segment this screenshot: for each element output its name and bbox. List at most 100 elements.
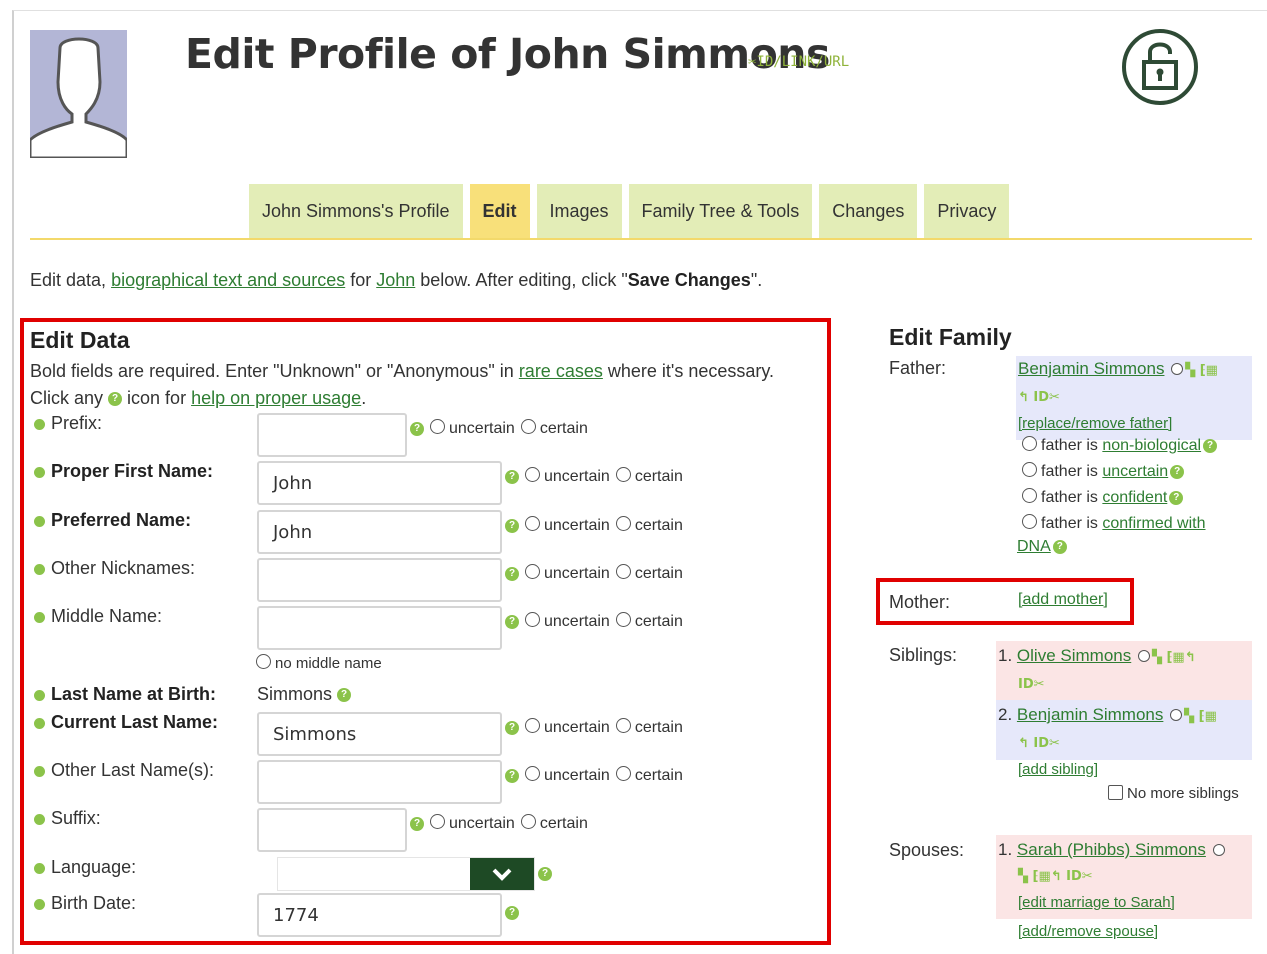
first-name-row: Proper First Name: John ? uncertain certai… (30, 461, 827, 507)
tab-changes[interactable]: Changes (819, 184, 918, 239)
current-last-name-input[interactable]: Simmons (257, 712, 502, 756)
certain-radio[interactable] (615, 612, 631, 627)
tab-images[interactable]: Images (536, 184, 622, 239)
uncertain-link[interactable]: uncertain (1102, 463, 1168, 480)
certain-radio[interactable] (615, 718, 631, 733)
dna-link[interactable]: DNA (1017, 538, 1051, 555)
tab-profile[interactable]: John Simmons's Profile (249, 184, 463, 239)
preferred-name-input[interactable]: John (257, 510, 502, 554)
john-link[interactable]: John (376, 270, 415, 290)
help-icon[interactable]: ? (505, 566, 519, 581)
tab-family-tree[interactable]: Family Tree & Tools (628, 184, 813, 239)
privacy-lock-icon[interactable] (1120, 28, 1200, 106)
help-icon[interactable]: ? (505, 720, 519, 735)
nicknames-certainty: ? uncertain certain (505, 564, 683, 583)
help-icon[interactable]: ? (1052, 539, 1067, 554)
add-sibling-link[interactable]: [add sibling] (1018, 761, 1098, 778)
uncertain-radio[interactable] (525, 718, 540, 733)
suffix-input[interactable] (257, 808, 407, 852)
certain-radio[interactable] (615, 766, 631, 781)
sibling-tools-icon[interactable]: ▚ ⁅▦ (1184, 709, 1217, 724)
father-tools-icon[interactable]: ▚ ⁅▦ (1185, 363, 1218, 378)
first-name-input[interactable]: John (257, 461, 502, 505)
add-mother-link[interactable]: [add mother] (1018, 591, 1108, 609)
help-icon[interactable]: ? (505, 768, 519, 783)
certain-radio[interactable] (520, 814, 536, 829)
help-icon[interactable]: ? (1169, 490, 1184, 505)
middle-name-input[interactable] (257, 606, 502, 650)
uncertain-radio[interactable] (430, 814, 445, 829)
birth-date-row: Birth Date: 1774 ? (30, 893, 827, 939)
tab-privacy[interactable]: Privacy (924, 184, 1010, 239)
father-uncertain-radio[interactable] (1022, 462, 1037, 477)
help-icon[interactable]: ? (505, 518, 519, 533)
uncertain-radio[interactable] (525, 516, 540, 531)
no-middle-name-radio[interactable] (256, 654, 271, 669)
spouse-tools-icon[interactable]: ▚ ⁅▦↰ ID✂ (1018, 869, 1093, 884)
help-icon[interactable]: ? (337, 688, 352, 703)
prefix-row: Prefix: ? uncertain certain (30, 413, 827, 459)
uncertain-radio[interactable] (430, 419, 445, 434)
other-last-names-label: Other Last Name(s): (34, 760, 214, 781)
spouse-name-link[interactable]: Sarah (Phibbs) Simmons (1017, 840, 1206, 859)
edit-data-note: Bold fields are required. Enter "Unknown… (30, 358, 827, 412)
lnab-label-text: Last Name at Birth: (51, 684, 217, 704)
uncertain-radio[interactable] (525, 612, 540, 627)
chevron-down-icon[interactable] (470, 858, 534, 890)
birth-date-input[interactable]: 1774 (257, 893, 502, 937)
current-last-name-label-text: Current Last Name: (51, 712, 219, 732)
certain-radio[interactable] (615, 564, 631, 579)
help-icon[interactable]: ? (1203, 438, 1218, 453)
other-last-names-label-text: Other Last Name(s): (51, 760, 215, 780)
edit-marriage-link[interactable]: [edit marriage to Sarah] (1018, 894, 1175, 911)
sibling-id-icon[interactable]: ↰ ID✂ (1018, 736, 1060, 751)
sibling-name-link[interactable]: Benjamin Simmons (1017, 705, 1163, 724)
no-more-siblings-checkbox[interactable] (1108, 785, 1123, 800)
sibling-tools-icon[interactable]: ▚ ⁅▦↰ (1152, 650, 1196, 665)
non-biological-link[interactable]: non-biological (1102, 437, 1201, 454)
tab-edit[interactable]: Edit (469, 184, 530, 239)
uncertain-label: uncertain (544, 517, 610, 534)
uncertain-label: uncertain (544, 468, 610, 485)
help-icon[interactable]: ? (505, 906, 519, 920)
help-icon[interactable]: ? (538, 867, 552, 881)
rare-cases-link[interactable]: rare cases (519, 361, 603, 381)
prefix-input[interactable] (257, 413, 407, 457)
help-icon[interactable]: ? (505, 469, 519, 484)
help-icon[interactable]: ? (505, 614, 519, 629)
certain-radio[interactable] (520, 419, 536, 434)
certain-radio[interactable] (615, 516, 631, 531)
help-icon[interactable]: ? (410, 816, 424, 831)
no-middle-name-option: no middle name (256, 654, 382, 672)
father-name-link[interactable]: Benjamin Simmons (1018, 359, 1164, 378)
confident-link[interactable]: confident (1102, 489, 1167, 506)
add-spouse-link[interactable]: [add/remove spouse] (1018, 923, 1158, 940)
uncertain-radio[interactable] (525, 564, 540, 579)
language-label-text: Language: (51, 857, 137, 877)
other-last-names-input[interactable] (257, 760, 502, 804)
id-link-button[interactable]: ✂ID/LINK/URL (748, 54, 849, 70)
biography-link[interactable]: biographical text and sources (111, 270, 345, 290)
note-text: . (361, 388, 367, 408)
intro-end: ". (750, 270, 763, 290)
sibling-id-icon[interactable]: ID✂ (1018, 677, 1045, 692)
field-bullet-icon (34, 563, 45, 575)
sibling-name-link[interactable]: Olive Simmons (1017, 646, 1131, 665)
uncertain-radio[interactable] (525, 766, 540, 781)
nicknames-input[interactable] (257, 558, 502, 602)
no-more-siblings-label: No more siblings (1127, 785, 1239, 802)
father-nonbio-radio[interactable] (1022, 436, 1037, 451)
help-icon[interactable]: ? (410, 421, 424, 436)
profile-avatar[interactable] (30, 30, 127, 158)
help-usage-link[interactable]: help on proper usage (191, 388, 361, 408)
note-text: where it's necessary. (602, 361, 775, 381)
father-id-icon[interactable]: ↰ ID✂ (1018, 390, 1060, 405)
father-confident-radio[interactable] (1022, 488, 1037, 503)
certain-radio[interactable] (615, 467, 631, 482)
language-select[interactable] (277, 857, 535, 891)
uncertain-radio[interactable] (525, 467, 540, 482)
father-dna-radio[interactable] (1022, 514, 1037, 529)
help-icon[interactable]: ? (1170, 464, 1185, 479)
confirmed-dna-link[interactable]: confirmed with (1102, 515, 1205, 532)
replace-father-link[interactable]: [replace/remove father] (1018, 415, 1172, 432)
